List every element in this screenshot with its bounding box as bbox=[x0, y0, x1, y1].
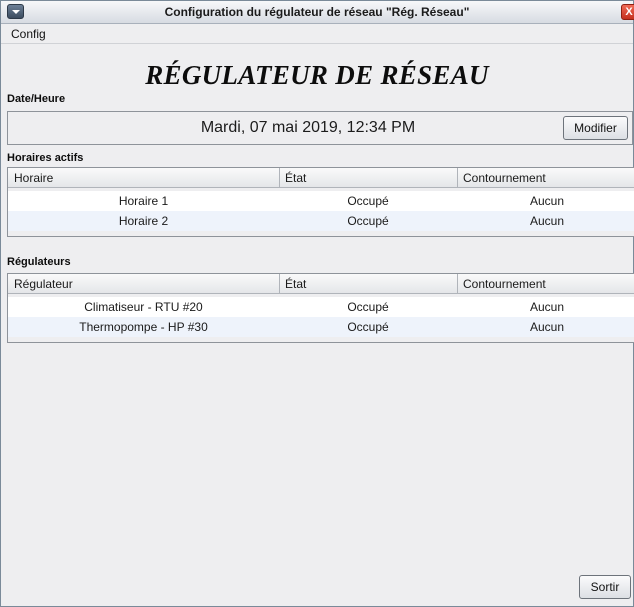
config-window: Configuration du régulateur de réseau "R… bbox=[0, 0, 634, 607]
datetime-value: Mardi, 07 mai 2019, 12:34 PM bbox=[200, 119, 416, 136]
table-row[interactable]: Climatiseur - RTU #20 Occupé Aucun bbox=[8, 297, 634, 317]
datetime-panel: Mardi, 07 mai 2019, 12:34 PM Modifier bbox=[7, 111, 633, 145]
schedule-name: Horaire 1 bbox=[118, 194, 169, 208]
schedule-override: Aucun bbox=[529, 194, 565, 208]
table-row[interactable]: Horaire 2 Occupé Aucun bbox=[8, 211, 634, 231]
menu-bar: Config bbox=[1, 24, 633, 44]
close-icon[interactable]: X bbox=[621, 4, 634, 20]
exit-button[interactable]: Sortir bbox=[579, 575, 631, 599]
regulator-state: Occupé bbox=[347, 300, 389, 314]
column-header-override[interactable]: Contournement bbox=[463, 277, 546, 291]
title-bar[interactable]: Configuration du régulateur de réseau "R… bbox=[1, 1, 634, 24]
regulators-section-label: Régulateurs bbox=[7, 256, 71, 268]
table-header: Régulateur État Contournement bbox=[8, 274, 634, 294]
column-header-state[interactable]: État bbox=[285, 277, 306, 291]
schedule-state: Occupé bbox=[347, 194, 389, 208]
column-header-regulator[interactable]: Régulateur bbox=[14, 277, 73, 291]
column-header-state[interactable]: État bbox=[285, 171, 306, 185]
regulator-override: Aucun bbox=[529, 300, 565, 314]
schedules-section-label: Horaires actifs bbox=[7, 152, 84, 164]
regulator-override: Aucun bbox=[529, 320, 565, 334]
table-header: Horaire État Contournement bbox=[8, 168, 634, 188]
regulator-name: Climatiseur - RTU #20 bbox=[84, 300, 203, 314]
schedule-override: Aucun bbox=[529, 214, 565, 228]
schedules-table: Horaire État Contournement Horaire 1 Occ… bbox=[7, 167, 634, 237]
table-row[interactable]: Horaire 1 Occupé Aucun bbox=[8, 191, 634, 211]
regulator-name: Thermopompe - HP #30 bbox=[79, 320, 208, 334]
column-header-schedule[interactable]: Horaire bbox=[14, 171, 53, 185]
table-row[interactable]: Thermopompe - HP #30 Occupé Aucun bbox=[8, 317, 634, 337]
regulators-table: Régulateur État Contournement Climatiseu… bbox=[7, 273, 634, 343]
schedule-state: Occupé bbox=[347, 214, 389, 228]
column-header-override[interactable]: Contournement bbox=[463, 171, 546, 185]
page-title: RÉGULATEUR DE RÉSEAU bbox=[145, 60, 489, 90]
regulator-state: Occupé bbox=[347, 320, 389, 334]
menu-config[interactable]: Config bbox=[11, 27, 46, 41]
datetime-section-label: Date/Heure bbox=[7, 93, 66, 105]
window-title: Configuration du régulateur de réseau "R… bbox=[164, 5, 470, 19]
schedule-name: Horaire 2 bbox=[118, 214, 169, 228]
modify-button[interactable]: Modifier bbox=[563, 116, 628, 140]
